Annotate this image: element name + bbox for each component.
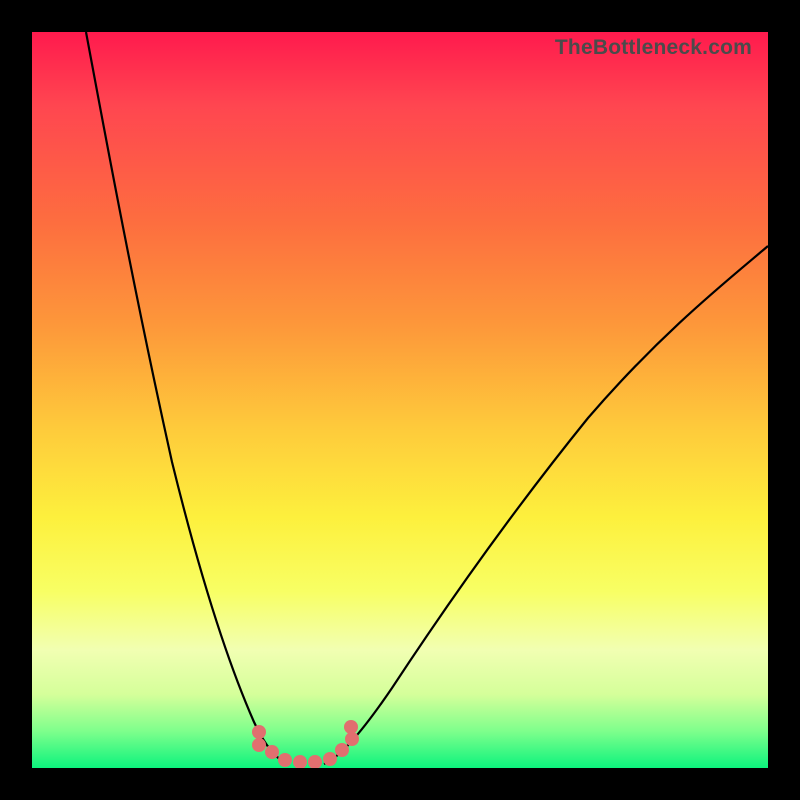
marker-dot — [344, 720, 358, 734]
chart-outer-frame: TheBottleneck.com — [0, 0, 800, 800]
marker-dot — [265, 745, 279, 759]
highlight-markers — [252, 720, 359, 768]
marker-dot — [335, 743, 349, 757]
marker-dot — [278, 753, 292, 767]
curve-right-branch — [324, 246, 768, 764]
curve-left-branch — [86, 32, 288, 764]
bottleneck-curve — [32, 32, 768, 768]
marker-dot — [323, 752, 337, 766]
marker-dot — [252, 738, 266, 752]
marker-dot — [252, 725, 266, 739]
marker-dot — [308, 755, 322, 768]
plot-area: TheBottleneck.com — [32, 32, 768, 768]
marker-dot — [293, 755, 307, 768]
marker-dot — [345, 732, 359, 746]
